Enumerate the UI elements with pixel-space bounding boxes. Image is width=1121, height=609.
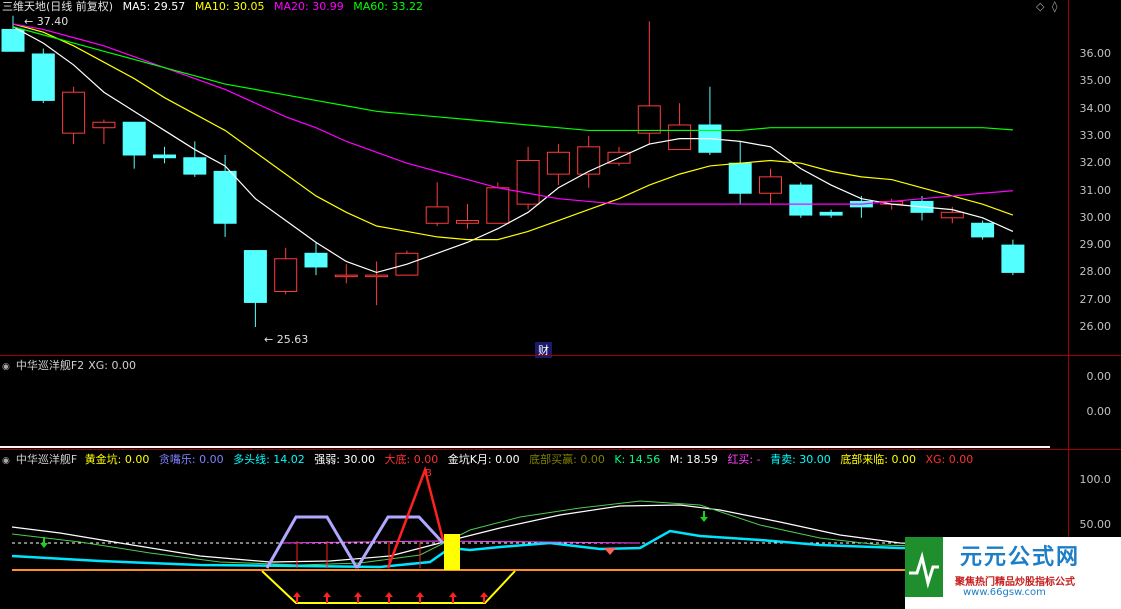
candle-body — [637, 105, 661, 134]
candle[interactable] — [486, 182, 510, 224]
candle-body — [425, 206, 449, 224]
candle[interactable] — [62, 86, 86, 145]
sell-arrow-icon — [700, 511, 708, 522]
candle-body — [153, 154, 176, 159]
tanzuile-shape-2 — [355, 515, 445, 569]
candle[interactable] — [365, 261, 389, 306]
candlestick-chart[interactable] — [0, 14, 1068, 354]
main-panel-header: 三维天地(日线 前复权) MA5: 29.57 MA10: 30.05 MA20… — [2, 0, 429, 13]
candle[interactable] — [1001, 239, 1025, 276]
low-price-value: 25.63 — [276, 333, 309, 346]
candle-body — [759, 176, 782, 194]
candle[interactable] — [971, 220, 995, 240]
collapse-icon[interactable]: ◊ — [1052, 0, 1057, 13]
panel2-toggle-icon[interactable]: ◉ — [2, 362, 10, 372]
candle[interactable] — [728, 141, 752, 205]
candle-body — [304, 252, 328, 268]
candle-body — [577, 146, 601, 175]
candle[interactable] — [607, 146, 631, 166]
panel-divider-1 — [0, 355, 1121, 356]
candle[interactable] — [122, 121, 146, 169]
candle-body — [546, 151, 570, 175]
indicator-k-line — [11, 500, 1051, 566]
diamond-icon[interactable]: ◇ — [1036, 0, 1044, 13]
logo-title: 元元公式网 — [960, 545, 1081, 570]
candle[interactable] — [183, 141, 207, 177]
candle-body — [971, 222, 995, 238]
candle-body — [456, 220, 479, 224]
buy-arrow-icon — [385, 592, 393, 603]
buy-arrow-icon — [323, 592, 331, 603]
xg-signal-bar — [444, 534, 460, 570]
candle[interactable] — [153, 146, 176, 164]
candle-body — [213, 170, 237, 224]
candle[interactable] — [668, 103, 692, 151]
buy-arrow-icon — [354, 592, 362, 603]
candle[interactable] — [1, 15, 25, 52]
low-price-marker: ← 25.63 — [264, 333, 309, 346]
candle[interactable] — [456, 204, 479, 229]
candle-body — [243, 250, 267, 303]
candle-body — [1001, 244, 1025, 273]
candle-body — [486, 187, 510, 224]
panel2-xg-value: XG: 0.00 — [88, 359, 136, 372]
candle[interactable] — [243, 250, 267, 327]
candle-body — [789, 184, 813, 216]
candle[interactable] — [334, 264, 358, 284]
ma10-label: MA10: 30.05 — [194, 0, 265, 13]
ma20-label: MA20: 30.99 — [274, 0, 344, 13]
candle[interactable] — [698, 86, 722, 156]
dadi-spike — [386, 465, 445, 569]
candle-body — [92, 121, 116, 129]
logo-subtitle: 聚焦热门精品炒股指标公式 — [955, 577, 1075, 588]
candle[interactable] — [92, 119, 116, 145]
candle-body — [940, 211, 964, 219]
candle-body — [183, 157, 207, 175]
candle-body — [668, 124, 692, 151]
candle[interactable] — [759, 168, 782, 205]
buy-arrow-icon — [449, 592, 457, 603]
candle[interactable] — [546, 144, 570, 186]
panel2-header: ◉ 中华巡洋舰F2 XG: 0.00 — [2, 359, 142, 374]
candle-body — [516, 159, 540, 205]
candle-body — [334, 274, 358, 278]
candle-body — [1, 28, 25, 52]
candle[interactable] — [637, 21, 661, 145]
candle-body — [62, 91, 86, 134]
buy-arrow-icon — [416, 592, 424, 603]
site-logo: 元元公式网 聚焦热门精品炒股指标公式 www.66gsw.com — [905, 537, 1121, 609]
candle[interactable] — [425, 182, 449, 226]
warning-marker-icon — [604, 548, 616, 555]
candle-body — [365, 274, 389, 278]
candle[interactable] — [789, 182, 813, 218]
ma60-label: MA60: 33.22 — [353, 0, 423, 13]
high-price-marker: ← 37.40 — [24, 15, 69, 28]
logo-url: www.66gsw.com — [963, 587, 1046, 598]
candle[interactable] — [395, 250, 419, 276]
candle[interactable] — [516, 146, 540, 210]
axis-separator — [1068, 0, 1069, 609]
panel2-baseline — [0, 446, 1050, 448]
candle[interactable] — [274, 247, 298, 295]
candle[interactable] — [213, 155, 237, 237]
stock-title[interactable]: 三维天地(日线 前复权) — [2, 0, 113, 13]
candle-body — [122, 121, 146, 156]
sell-arrow-icon — [40, 537, 48, 548]
candle-body — [728, 162, 752, 194]
logo-mark-icon — [905, 537, 943, 597]
indicator-m-line — [11, 504, 1051, 563]
high-price-value: 37.40 — [36, 15, 69, 28]
candle[interactable] — [577, 135, 601, 188]
candle[interactable] — [819, 209, 843, 218]
candle-body — [819, 211, 843, 216]
panel2-title[interactable]: 中华巡洋舰F2 — [16, 359, 84, 372]
ma-line-ma60 — [12, 26, 1013, 132]
candle-body — [31, 53, 55, 101]
candle[interactable] — [31, 48, 55, 104]
ma5-label: MA5: 29.57 — [122, 0, 186, 13]
candle-body — [274, 258, 298, 293]
indicator-qingmai-line — [11, 529, 1051, 569]
panel-divider-2 — [0, 449, 1121, 450]
